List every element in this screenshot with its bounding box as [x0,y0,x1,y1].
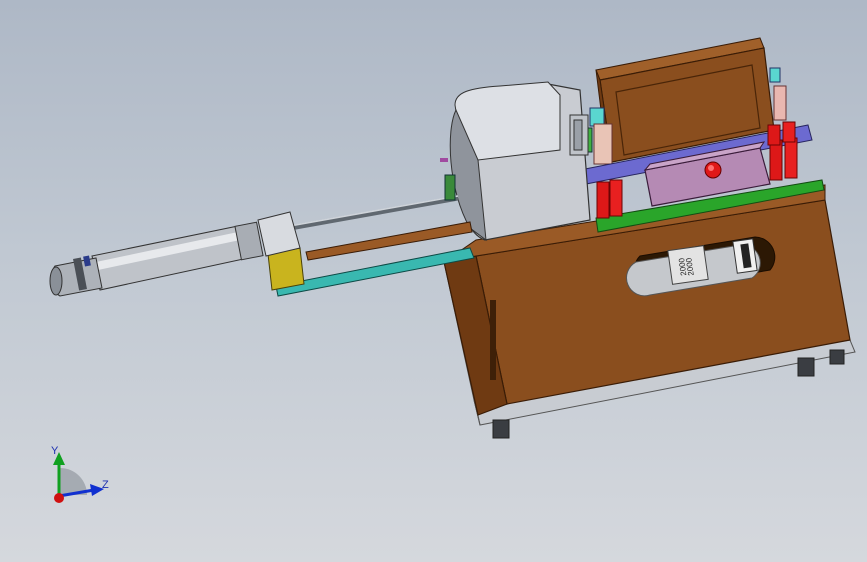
y-axis-label: Y [51,445,59,457]
red-column [782,121,796,143]
shaft-coupler-ring [573,119,583,151]
carriage-block [257,211,301,257]
red-column [767,124,781,146]
red-column [596,181,610,219]
view-triad[interactable]: Y Z [51,445,109,503]
pink-part [773,85,787,121]
foot [829,349,845,365]
foot [797,357,815,377]
teal-rail [275,247,475,297]
x-axis-dot [54,493,64,503]
z-axis-label: Z [102,479,109,491]
side-slot [490,300,496,380]
small-green-part [444,174,456,201]
cyan-part [589,107,605,127]
red-column [609,179,623,217]
foot [492,419,510,439]
red-column [769,139,783,181]
lead-screw [289,195,459,231]
grey-cover[interactable] [449,81,591,242]
cyan-part [769,67,781,83]
red-column [784,137,798,179]
red-button-highlight [708,165,714,171]
linear-actuator[interactable] [49,221,264,297]
pink-part [593,123,613,165]
cad-viewport[interactable]: 2000 2000 Y Z [0,0,867,562]
actuator-tip [49,266,63,296]
small-purple-part [440,158,448,162]
